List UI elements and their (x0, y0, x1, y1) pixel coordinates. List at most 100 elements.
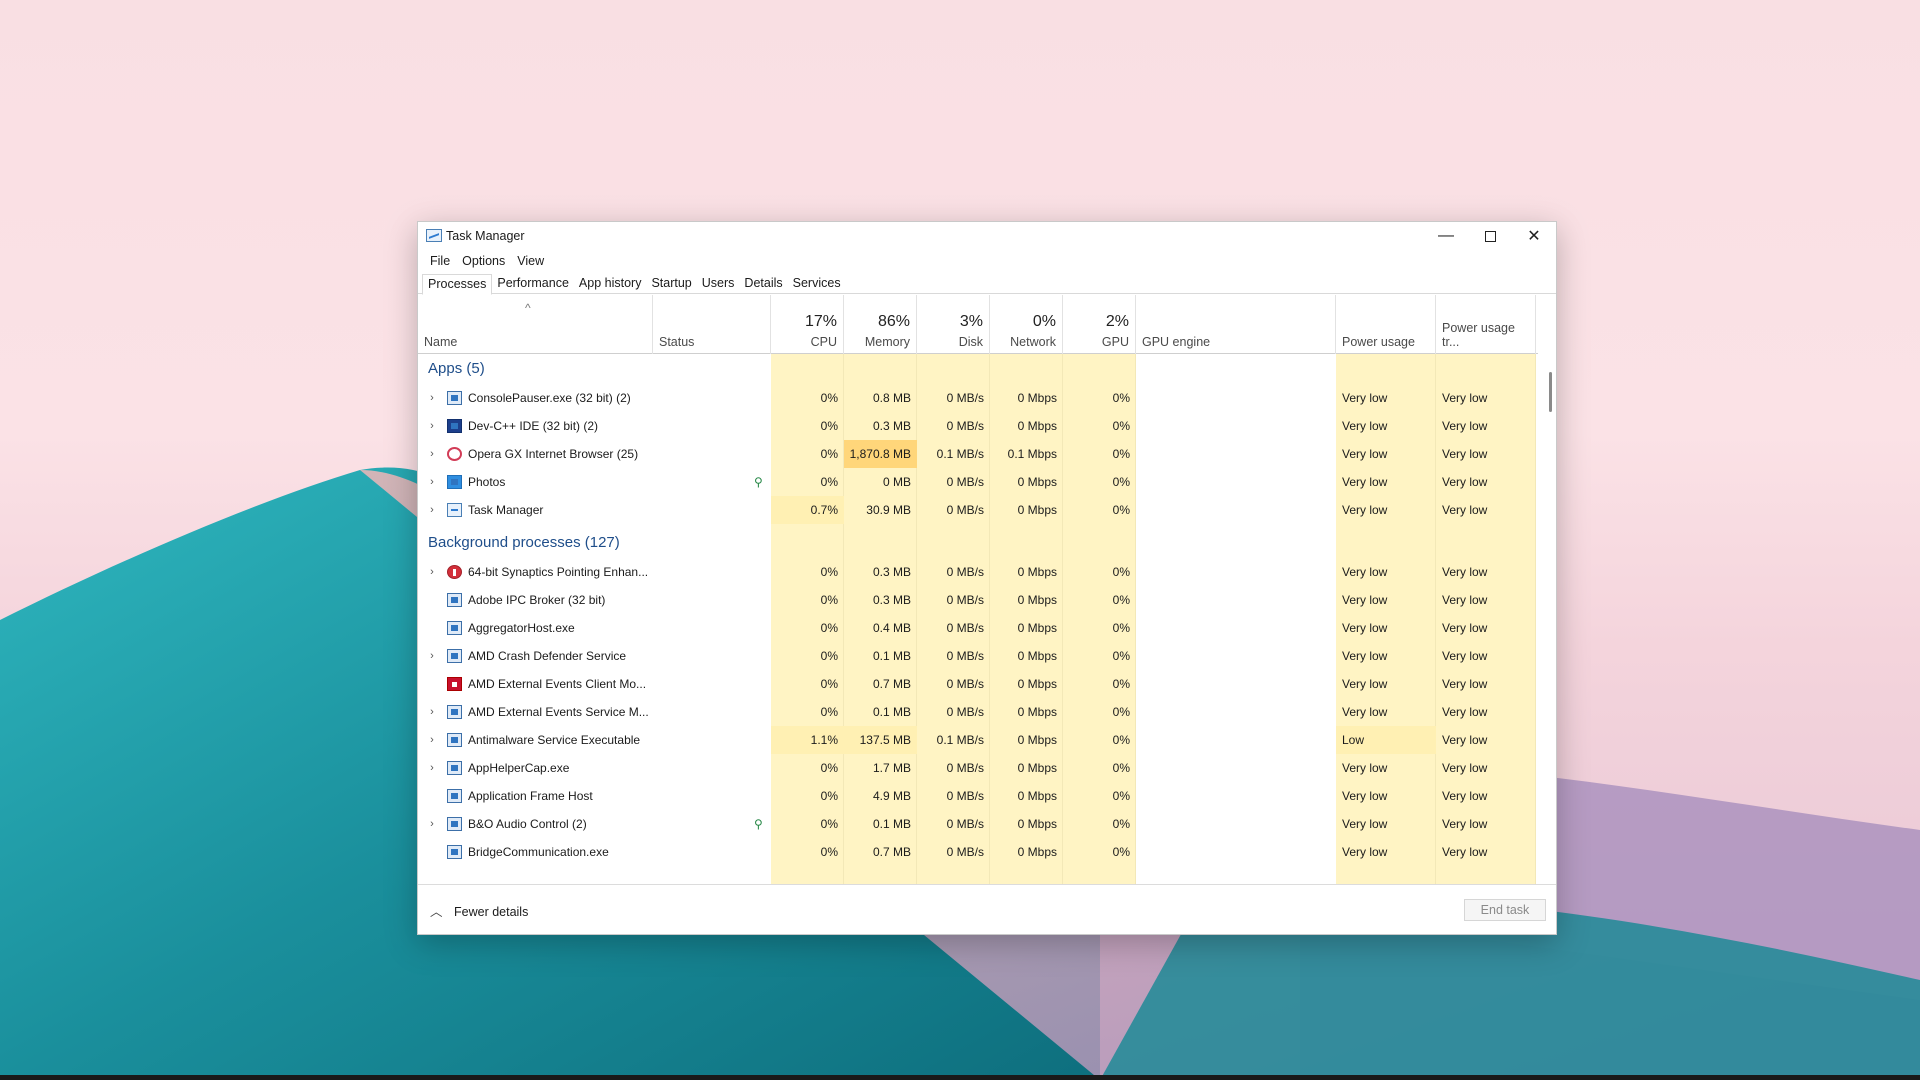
cell-power-trend: Very low (1442, 705, 1488, 719)
table-row[interactable]: › AMD Crash Defender Service 0% 0.1 MB 0 MB/… (418, 642, 1538, 670)
table-row[interactable]: AMD External Events Client Mo... 0% 0.7 MB… (418, 670, 1538, 698)
cell-power-trend: Very low (1442, 733, 1488, 747)
cell-memory: 4.9 MB (872, 789, 911, 803)
cell-gpu: 0% (1112, 621, 1130, 635)
cell-network: 0 Mbps (1017, 733, 1057, 747)
tab-users[interactable]: Users (697, 274, 740, 294)
table-row[interactable]: › Opera GX Internet Browser (25) 0% 1,870.8… (418, 440, 1538, 468)
chevron-right-icon[interactable]: › (426, 384, 438, 412)
close-button[interactable]: ✕ (1512, 222, 1556, 250)
tab-app-history[interactable]: App history (574, 274, 647, 294)
table-row[interactable]: › ConsolePauser.exe (32 bit) (2) 0% 0.8 MB 0… (418, 384, 1538, 412)
photos-icon (447, 475, 462, 489)
minimize-button[interactable]: — (1424, 222, 1468, 250)
adobe-icon (447, 593, 462, 607)
cell-power-usage: Very low (1342, 447, 1388, 461)
end-task-button[interactable]: End task (1464, 899, 1546, 921)
cell-power-trend: Very low (1442, 761, 1488, 775)
task-manager-icon (447, 503, 462, 517)
chevron-right-icon[interactable]: › (426, 642, 438, 670)
cell-gpu: 0% (1112, 419, 1130, 433)
tab-performance[interactable]: Performance (492, 274, 574, 294)
cell-power-usage: Very low (1342, 817, 1388, 831)
menu-options[interactable]: Options (456, 254, 511, 272)
col-gpu[interactable]: 2% GPU (1063, 295, 1136, 354)
col-cpu[interactable]: 17% CPU (771, 295, 844, 354)
cell-power-trend: Very low (1442, 621, 1488, 635)
table-row[interactable]: › AppHelperCap.exe 0% 1.7 MB 0 MB/s 0 Mbps 0% V… (418, 754, 1538, 782)
service-icon (447, 761, 462, 775)
tab-services[interactable]: Services (788, 274, 846, 294)
group-title: Apps (5) (428, 360, 485, 377)
tab-startup[interactable]: Startup (646, 274, 696, 294)
cell-memory: 1.7 MB (872, 761, 911, 775)
cell-gpu: 0% (1112, 817, 1130, 831)
chevron-right-icon[interactable]: › (426, 754, 438, 782)
table-row[interactable]: › 64-bit Synaptics Pointing Enhan... 0% 0.3… (418, 558, 1538, 586)
cell-network: 0 Mbps (1017, 475, 1057, 489)
table-row[interactable]: › Dev-C++ IDE (32 bit) (2) 0% 0.3 MB 0 MB/s 0… (418, 412, 1538, 440)
table-row[interactable]: › Task Manager 0.7% 30.9 MB 0 MB/s 0 Mbps 0% Ve… (418, 496, 1538, 524)
cell-memory: 0.1 MB (872, 817, 911, 831)
col-memory[interactable]: 86% Memory (844, 295, 917, 354)
chevron-right-icon[interactable]: › (426, 698, 438, 726)
cell-disk: 0 MB/s (946, 475, 984, 489)
tab-details[interactable]: Details (739, 274, 787, 294)
table-row[interactable]: › B&O Audio Control (2) ⚲ 0% 0.1 MB 0 MB/s 0 M… (418, 810, 1538, 838)
table-row[interactable]: AggregatorHost.exe 0% 0.4 MB 0 MB/s 0 Mbps 0%… (418, 614, 1538, 642)
menu-file[interactable]: File (424, 254, 456, 272)
cell-power-usage: Very low (1342, 649, 1388, 663)
cell-power-trend: Very low (1442, 503, 1488, 517)
cell-cpu: 0% (820, 447, 838, 461)
table-row[interactable]: › Photos ⚲ 0% 0 MB 0 MB/s 0 Mbps 0% Very low Very… (418, 468, 1538, 496)
cell-gpu: 0% (1112, 845, 1130, 859)
devcpp-icon (447, 419, 462, 433)
cell-cpu: 0% (820, 705, 838, 719)
fewer-details-button[interactable]: ︿ Fewer details (430, 901, 528, 920)
chevron-right-icon[interactable]: › (426, 468, 438, 496)
menu-view[interactable]: View (511, 254, 550, 272)
service-icon (447, 705, 462, 719)
table-row[interactable]: Application Frame Host 0% 4.9 MB 0 MB/s 0 Mb… (418, 782, 1538, 810)
cell-memory: 137.5 MB (844, 726, 917, 754)
cell-disk: 0 MB/s (946, 705, 984, 719)
col-network[interactable]: 0% Network (990, 295, 1063, 354)
process-name: AMD External Events Client Mo... (468, 677, 647, 691)
cell-gpu: 0% (1112, 565, 1130, 579)
group-apps: Apps (5) (418, 354, 1538, 384)
cell-memory: 0.7 MB (872, 677, 911, 691)
col-disk[interactable]: 3% Disk (917, 295, 990, 354)
cell-memory: 0.1 MB (872, 649, 911, 663)
cell-network: 0 Mbps (1017, 503, 1057, 517)
table-row[interactable]: BridgeCommunication.exe 0% 0.7 MB 0 MB/s 0 M… (418, 838, 1538, 866)
console-icon (447, 391, 462, 405)
chevron-right-icon[interactable]: › (426, 810, 438, 838)
table-row[interactable]: Adobe IPC Broker (32 bit) 0% 0.3 MB 0 MB/s 0… (418, 586, 1538, 614)
maximize-button[interactable] (1468, 222, 1512, 250)
process-name: AppHelperCap.exe (468, 761, 570, 775)
chevron-right-icon[interactable]: › (426, 726, 438, 754)
tab-bar: Processes Performance App history Startu… (418, 274, 1556, 295)
cell-disk: 0 MB/s (946, 391, 984, 405)
table-row[interactable]: › Antimalware Service Executable 1.1% 137.5… (418, 726, 1538, 754)
process-name: B&O Audio Control (2) (468, 817, 587, 831)
menu-bar: File Options View (424, 254, 550, 272)
chevron-right-icon[interactable]: › (426, 558, 438, 586)
chevron-right-icon[interactable]: › (426, 412, 438, 440)
title-bar[interactable]: Task Manager — ✕ (418, 222, 1556, 250)
cell-memory: 30.9 MB (866, 503, 911, 517)
chevron-right-icon[interactable]: › (426, 496, 438, 524)
col-power-usage[interactable]: Power usage (1336, 295, 1436, 354)
col-status[interactable]: Status (653, 295, 771, 354)
tab-processes[interactable]: Processes (422, 274, 493, 295)
col-power-trend[interactable]: Power usage tr... (1436, 295, 1536, 354)
col-name[interactable]: ^ Name (418, 295, 653, 354)
vertical-scrollbar[interactable] (1549, 372, 1552, 412)
cell-gpu: 0% (1112, 677, 1130, 691)
col-gpu-engine[interactable]: GPU engine (1136, 295, 1336, 354)
cell-disk: 0 MB/s (946, 789, 984, 803)
table-row[interactable]: › AMD External Events Service M... 0% 0.1 M… (418, 698, 1538, 726)
process-list[interactable]: Apps (5) › ConsolePauser.exe (32 bit) (2) 0… (418, 354, 1538, 906)
process-name: Antimalware Service Executable (468, 733, 641, 747)
chevron-right-icon[interactable]: › (426, 440, 438, 468)
